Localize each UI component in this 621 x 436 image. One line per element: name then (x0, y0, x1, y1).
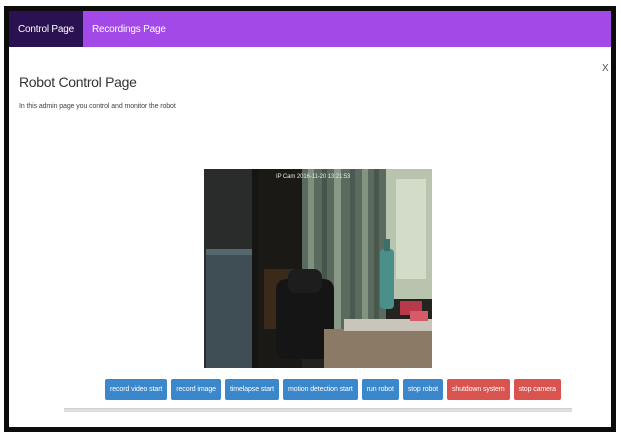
tab-control-page[interactable]: Control Page (9, 11, 83, 47)
record-image-button[interactable]: record image (171, 379, 221, 400)
stop-camera-button[interactable]: stop camera (513, 379, 561, 400)
record-video-start-button[interactable]: record video start (105, 379, 168, 400)
app-window: Control Page Recordings Page Robot Contr… (4, 6, 616, 432)
camera-feed-image (204, 169, 432, 368)
control-buttons: record video start record image timelaps… (105, 379, 561, 400)
camera-feed: IP Cam 2016-11-20 13:21:53 (204, 169, 432, 368)
navbar: Control Page Recordings Page (9, 11, 611, 47)
timelapse-start-button[interactable]: timelapse start (224, 379, 279, 400)
bottom-divider (64, 408, 572, 412)
vertical-scrollbar[interactable] (614, 47, 616, 432)
run-robot-button[interactable]: run robot (361, 379, 399, 400)
stop-robot-button[interactable]: stop robot (402, 379, 443, 400)
shutdown-system-button[interactable]: shutdown system (446, 379, 510, 400)
page-title: Robot Control Page (19, 74, 137, 90)
tab-recordings-page[interactable]: Recordings Page (83, 11, 175, 47)
motion-detection-start-button[interactable]: motion detection start (282, 379, 358, 400)
page-description: In this admin page you control and monit… (19, 103, 176, 110)
camera-timestamp: IP Cam 2016-11-20 13:21:53 (276, 174, 351, 180)
close-button[interactable]: X (602, 63, 609, 74)
